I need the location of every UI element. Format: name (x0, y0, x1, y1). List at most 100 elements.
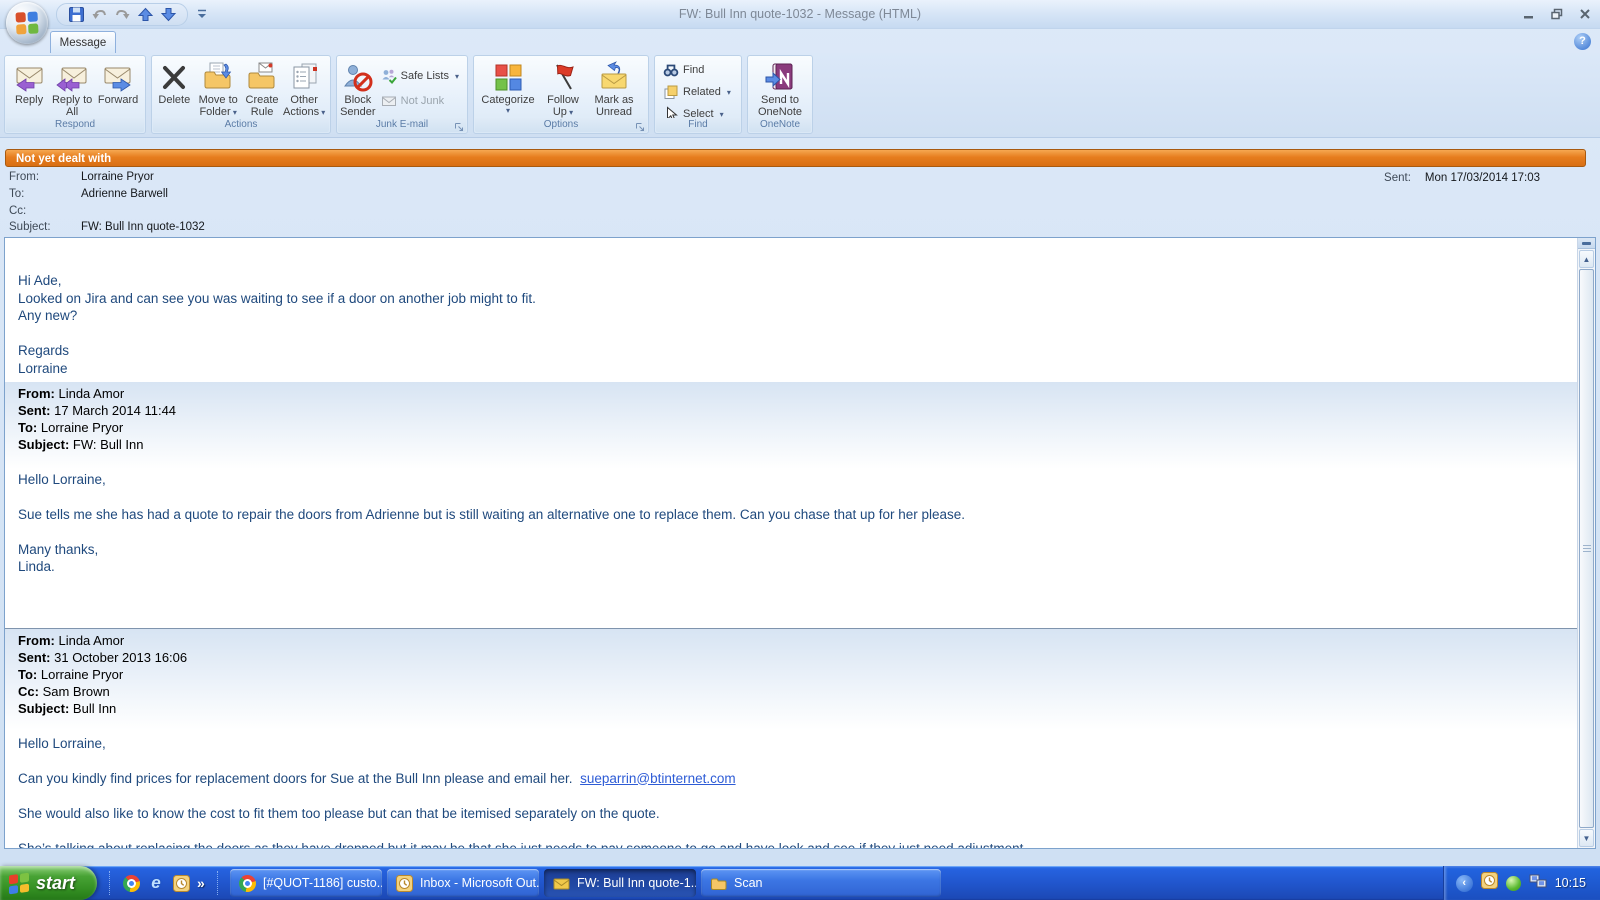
ribbon-button-label: Delete (158, 94, 190, 106)
reply-button[interactable]: Reply (8, 59, 50, 119)
help-icon[interactable] (1574, 33, 1591, 50)
ribbon-group-junk-email: Block Sender Safe Lists Not Junk Junk E-… (336, 55, 468, 134)
mail-header-panel: From: Lorraine Pryor Sent: Mon 17/03/201… (0, 170, 1600, 236)
internet-explorer-icon[interactable]: e (147, 874, 165, 892)
quick-launch-overflow-chevron[interactable]: » (197, 875, 205, 891)
q2-from-label: From: (18, 633, 55, 648)
body-signoff: Lorraine (5, 360, 1577, 378)
undo-icon[interactable] (90, 6, 108, 24)
customize-quick-access-icon[interactable] (194, 6, 210, 24)
chrome-icon[interactable] (122, 874, 140, 892)
message-body[interactable]: Hi Ade, Looked on Jira and can see you w… (5, 238, 1577, 848)
safe-lists-icon (381, 68, 397, 84)
vertical-scrollbar[interactable]: ▲ ▼ (1577, 238, 1595, 848)
scroll-up-icon[interactable]: ▲ (1579, 250, 1594, 268)
ribbon-button-label: Reply (15, 94, 43, 106)
delete-x-icon (158, 61, 190, 93)
task-button-scan[interactable]: Scan (701, 869, 941, 897)
body-greeting: Hi Ade, (5, 272, 1577, 290)
categorize-button[interactable]: Categorize (477, 59, 539, 119)
q2-sent-label: Sent: (18, 650, 51, 665)
save-icon[interactable] (67, 6, 85, 24)
q1-paragraph: Sue tells me she has had a quote to repa… (5, 506, 1577, 524)
related-button[interactable]: Related (658, 82, 736, 102)
q2-cc-label: Cc: (18, 684, 39, 699)
block-sender-button[interactable]: Block Sender (340, 59, 376, 119)
subject-label: Subject: (9, 221, 51, 233)
q2-paragraph: She’s talking about replacing the doors … (5, 840, 1577, 849)
send-to-onenote-button[interactable]: Send to OneNote (752, 59, 808, 119)
mark-as-unread-button[interactable]: Mark as Unread (587, 59, 641, 119)
q2-cc-value: Sam Brown (43, 684, 110, 699)
ribbon: Reply Reply to All Forward Respond Delet… (0, 53, 1600, 138)
folder-rule-icon (246, 61, 278, 93)
ribbon-group-label: Respond (6, 118, 144, 132)
taskbar: start e » [#QUOT-1186] custo... Inbox - … (0, 866, 1600, 900)
ribbon-button-label: Categorize (481, 94, 534, 115)
follow-up-button[interactable]: Follow Up (539, 59, 587, 119)
start-button[interactable]: start (0, 866, 97, 900)
split-handle[interactable] (1578, 238, 1595, 249)
message-body-frame: Hi Ade, Looked on Jira and can see you w… (4, 237, 1596, 849)
q1-thanks: Many thanks, (5, 541, 1577, 559)
office-button[interactable] (6, 2, 48, 44)
not-junk-button[interactable]: Not Junk (376, 91, 464, 111)
q1-thanks: Linda. (5, 558, 1577, 576)
sent-value: Mon 17/03/2014 17:03 (1425, 172, 1540, 184)
other-actions-button[interactable]: Other Actions (281, 59, 327, 119)
ribbon-button-label: Create Rule (243, 94, 282, 118)
status-orb-icon[interactable] (1506, 876, 1521, 891)
ribbon-group-options: Categorize Follow Up Mark as Unread Opti… (473, 55, 649, 134)
create-rule-button[interactable]: Create Rule (243, 59, 282, 119)
hide-tray-icons-chevron[interactable]: ‹ (1456, 875, 1473, 892)
find-button[interactable]: Find (658, 60, 709, 80)
network-icon[interactable] (1529, 873, 1547, 894)
outlook-tray-icon[interactable] (1481, 872, 1498, 894)
ribbon-group-respond: Reply Reply to All Forward Respond (4, 55, 146, 134)
q2-paragraph: She would also like to know the cost to … (5, 805, 1577, 823)
envelope-reply-all-icon (56, 61, 88, 93)
scroll-down-icon[interactable]: ▼ (1579, 829, 1594, 847)
delete-button[interactable]: Delete (155, 59, 194, 119)
ribbon-group-label: Find (656, 118, 740, 132)
reply-to-all-button[interactable]: Reply to All (50, 59, 94, 119)
forward-button[interactable]: Forward (94, 59, 142, 119)
minimize-button[interactable] (1522, 7, 1536, 21)
q1-from-value: Linda Amor (58, 386, 124, 401)
outlook-message-window: FW: Bull Inn quote-1032 - Message (HTML)… (0, 0, 1600, 866)
move-to-folder-button[interactable]: Move to Folder (194, 59, 243, 119)
ribbon-group-find: Find Related Select Find (654, 55, 742, 134)
close-button[interactable] (1578, 7, 1592, 21)
related-sheets-icon (663, 84, 679, 100)
task-button-fw-bull-inn[interactable]: FW: Bull Inn quote-1... (544, 869, 696, 897)
infobar-not-dealt-with: Not yet dealt with (5, 149, 1586, 167)
quoted-message-2-header: From: Linda Amor Sent: 31 October 2013 1… (5, 628, 1577, 752)
ribbon-button-label: Other Actions (281, 94, 327, 119)
dialog-launcher-icon[interactable] (635, 120, 646, 131)
dialog-launcher-icon[interactable] (454, 120, 465, 131)
chrome-icon (239, 875, 256, 892)
task-button-label: Inbox - Microsoft Out... (420, 876, 539, 890)
scrollbar-thumb[interactable] (1579, 269, 1594, 828)
safe-lists-button[interactable]: Safe Lists (376, 66, 464, 86)
email-link[interactable]: sueparrin@btinternet.com (580, 771, 736, 786)
q2-to-label: To: (18, 667, 37, 682)
body-signoff: Regards (5, 342, 1577, 360)
onenote-icon (764, 61, 796, 93)
q2-subject-label: Subject: (18, 701, 69, 716)
task-button-quot-1186[interactable]: [#QUOT-1186] custo... (230, 869, 382, 897)
restore-button[interactable] (1550, 7, 1564, 21)
to-label: To: (9, 188, 24, 200)
previous-item-icon[interactable] (136, 6, 154, 24)
body-line: Looked on Jira and can see you was waiti… (5, 290, 1577, 308)
to-value: Adrienne Barwell (81, 188, 168, 200)
outlook-icon[interactable] (172, 874, 190, 892)
next-item-icon[interactable] (159, 6, 177, 24)
ribbon-button-label: Forward (98, 94, 138, 106)
q1-to-label: To: (18, 420, 37, 435)
ribbon-button-label: Send to OneNote (752, 94, 808, 118)
tab-message[interactable]: Message (50, 31, 116, 54)
ribbon-group-actions: Delete Move to Folder Create Rule Other … (151, 55, 331, 134)
task-button-inbox-outlook[interactable]: Inbox - Microsoft Out... (387, 869, 539, 897)
redo-icon[interactable] (113, 6, 131, 24)
